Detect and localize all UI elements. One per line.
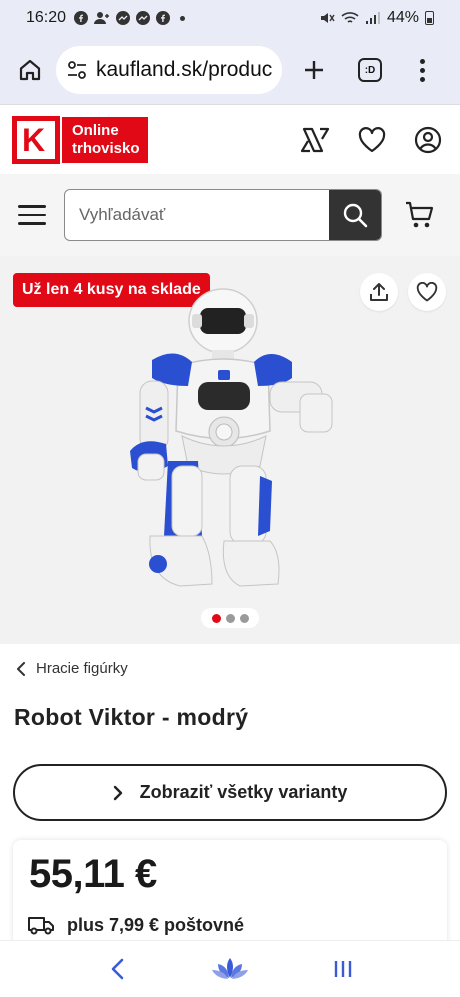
product-image-robot bbox=[130, 288, 333, 587]
status-bar: 16:20 44% bbox=[0, 0, 460, 36]
product-title: Robot Viktor - modrý bbox=[14, 704, 249, 730]
hamburger-line-icon bbox=[18, 213, 46, 217]
kaufland-logo[interactable]: K bbox=[12, 115, 60, 164]
back-button[interactable] bbox=[95, 947, 139, 991]
site-settings-icon[interactable] bbox=[66, 59, 88, 81]
logo-letter: K bbox=[22, 121, 46, 158]
battery-percent: 44% bbox=[386, 9, 419, 26]
menu-dot-icon bbox=[420, 58, 425, 64]
chevron-left-icon bbox=[111, 958, 123, 980]
search-row bbox=[0, 174, 460, 256]
notification-icons bbox=[74, 11, 186, 25]
logo-text-line1: Online bbox=[72, 121, 119, 139]
logo-text[interactable]: Online trhovisko bbox=[62, 116, 148, 163]
menu-dot-icon bbox=[420, 76, 425, 82]
status-time: 16:20 bbox=[26, 9, 67, 26]
messenger-icon bbox=[116, 11, 131, 25]
menu-dot-icon bbox=[420, 67, 425, 73]
account-button[interactable] bbox=[412, 124, 444, 156]
product-gallery[interactable]: Už len 4 kusy na sklade bbox=[0, 256, 460, 644]
facebook-icon bbox=[74, 11, 89, 25]
search-icon bbox=[343, 203, 368, 228]
facebook-icon-2 bbox=[156, 11, 171, 25]
home-button[interactable] bbox=[12, 52, 48, 88]
search-button[interactable] bbox=[329, 190, 381, 240]
user-icon bbox=[414, 126, 442, 153]
kaufland-card-button[interactable] bbox=[300, 124, 332, 156]
breadcrumb-label: Hracie figúrky bbox=[36, 660, 128, 677]
recent-apps-icon bbox=[335, 961, 352, 977]
shipping-info: plus 7,99 € poštovné bbox=[27, 914, 244, 936]
url-text: kaufland.sk/produc bbox=[96, 58, 273, 81]
logo-text-line2: trhovisko bbox=[72, 139, 140, 157]
browser-menu-button[interactable] bbox=[420, 58, 425, 82]
show-variants-button[interactable]: Zobraziť všetky varianty bbox=[13, 764, 447, 821]
mute-icon bbox=[320, 13, 335, 23]
new-tab-button[interactable] bbox=[296, 52, 332, 88]
chevron-right-icon bbox=[113, 785, 122, 800]
tabs-button[interactable]: :D bbox=[358, 58, 382, 82]
home-nav-button[interactable] bbox=[208, 947, 252, 991]
wishlist-button[interactable] bbox=[356, 124, 388, 156]
heart-icon bbox=[358, 126, 386, 152]
home-icon bbox=[19, 59, 41, 81]
hamburger-line-icon bbox=[18, 205, 46, 208]
cart-button[interactable] bbox=[404, 199, 436, 231]
add-to-wishlist-button[interactable] bbox=[408, 273, 446, 311]
wifi-icon bbox=[341, 12, 359, 23]
address-bar[interactable]: kaufland.sk/produc bbox=[56, 46, 282, 94]
chevron-left-icon bbox=[17, 661, 25, 676]
site-header: K Online trhovisko bbox=[0, 104, 460, 174]
hamburger-line-icon bbox=[18, 222, 46, 225]
delivery-truck-icon bbox=[28, 917, 54, 935]
signal-icon bbox=[365, 12, 380, 24]
search-box bbox=[64, 189, 382, 241]
share-icon bbox=[370, 283, 388, 301]
heart-icon bbox=[416, 282, 438, 302]
shipping-text: plus 7,99 € poštovné bbox=[67, 914, 245, 935]
kaufland-x-icon bbox=[300, 127, 330, 152]
search-input[interactable] bbox=[65, 190, 329, 240]
menu-button[interactable] bbox=[18, 205, 46, 225]
lotus-icon bbox=[211, 958, 248, 979]
share-button[interactable] bbox=[360, 273, 398, 311]
person-add-icon bbox=[94, 12, 110, 24]
battery-icon bbox=[425, 11, 434, 25]
more-notifications-dot-icon bbox=[180, 15, 186, 21]
logo-inner: K bbox=[17, 120, 55, 159]
status-right: 44% bbox=[319, 9, 434, 27]
messenger-icon-2 bbox=[136, 11, 151, 25]
gallery-pagination bbox=[201, 608, 259, 628]
product-price: 55,11 € bbox=[29, 852, 157, 896]
system-navigation-bar bbox=[0, 940, 460, 997]
gallery-dot[interactable] bbox=[225, 613, 235, 623]
browser-toolbar: kaufland.sk/produc :D bbox=[0, 36, 460, 104]
header-actions bbox=[300, 124, 448, 156]
plus-icon bbox=[305, 61, 323, 79]
gallery-dot-active[interactable] bbox=[211, 613, 221, 623]
breadcrumb[interactable]: Hracie figúrky bbox=[16, 660, 128, 677]
show-variants-label: Zobraziť všetky varianty bbox=[139, 782, 348, 802]
cart-icon bbox=[406, 201, 434, 228]
gallery-dot[interactable] bbox=[239, 613, 249, 623]
recent-apps-button[interactable] bbox=[321, 947, 365, 991]
